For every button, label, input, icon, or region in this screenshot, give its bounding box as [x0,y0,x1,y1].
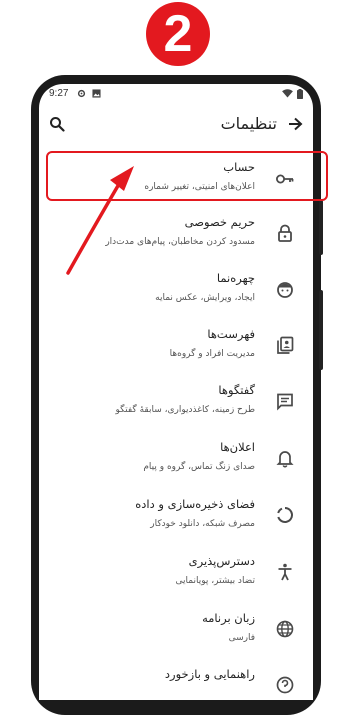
chat-icon [277,393,293,411]
settings-item-language[interactable]: زبان برنامه فارسی [39,611,313,667]
contacts-list-icon [277,336,294,354]
settings-gear-status-icon [77,89,86,98]
settings-item-subtitle: تضاد بیشتر، پویانمایی [175,576,255,586]
settings-item-title: راهنمایی و بازخورد [164,667,255,681]
settings-item-title: زبان برنامه [202,611,255,625]
settings-item-accessibility[interactable]: دسترس‌پذیری تضاد بیشتر، پویانمایی [39,554,313,610]
settings-item-storage[interactable]: فضای ذخیره‌سازی و داده مصرف شبکه، دانلود… [39,497,313,553]
bell-icon [276,451,294,468]
settings-item-title: گفتگوها [218,383,255,397]
wifi-icon [282,89,293,98]
settings-item-title: فضای ذخیره‌سازی و داده [135,497,255,511]
settings-item-subtitle: مسدود کردن مخاطبان، پیام‌های مدت‌دار [105,237,255,247]
settings-item-subtitle: مصرف شبکه، دانلود خودکار [150,519,255,529]
avatar-face-icon [277,282,293,298]
settings-item-title: دسترس‌پذیری [188,554,255,568]
settings-item-help[interactable]: راهنمایی و بازخورد [39,667,313,700]
phone-power-button [319,290,323,370]
back-arrow-icon[interactable] [287,116,303,132]
settings-item-notifications[interactable]: اعلان‌ها صدای زنگ تماس، گروه و پیام [39,440,313,496]
settings-item-subtitle: مدیریت افراد و گروه‌ها [169,349,255,359]
image-status-icon [92,89,101,98]
phone-volume-button [319,200,323,255]
lock-icon [278,224,292,242]
settings-item-privacy[interactable]: حریم خصوصی مسدود کردن مخاطبان، پیام‌های … [39,215,313,271]
settings-item-lists[interactable]: فهرست‌ها مدیریت افراد و گروه‌ها [39,327,313,383]
app-bar: تنظیمات [39,108,313,142]
status-bar: 9:27 [39,84,313,106]
search-icon[interactable] [49,116,65,132]
settings-item-subtitle: فارسی [228,633,255,643]
settings-item-title: حریم خصوصی [184,215,255,229]
globe-icon [276,620,294,638]
battery-icon [297,89,303,99]
account-highlight-box [46,151,328,201]
settings-item-avatar[interactable]: چهره‌نما ایجاد، ویرایش، عکس نمایه [39,271,313,327]
accessibility-icon [278,563,292,581]
settings-item-subtitle: ایجاد، ویرایش، عکس نمایه [155,293,255,303]
settings-item-title: چهره‌نما [216,271,255,285]
settings-item-title: اعلان‌ها [220,440,255,454]
step-number-badge: 2 [146,2,210,66]
settings-item-chats[interactable]: گفتگوها طرح زمینه، کاغذدیواری، سابقهٔ گف… [39,383,313,439]
page-title: تنظیمات [220,114,277,133]
help-icon [276,676,294,694]
status-time: 9:27 [49,88,69,99]
settings-item-title: فهرست‌ها [207,327,255,341]
storage-circle-icon [277,507,293,523]
settings-item-subtitle: طرح زمینه، کاغذدیواری، سابقهٔ گفتگو [115,405,255,415]
settings-item-subtitle: صدای زنگ تماس، گروه و پیام [143,462,255,472]
